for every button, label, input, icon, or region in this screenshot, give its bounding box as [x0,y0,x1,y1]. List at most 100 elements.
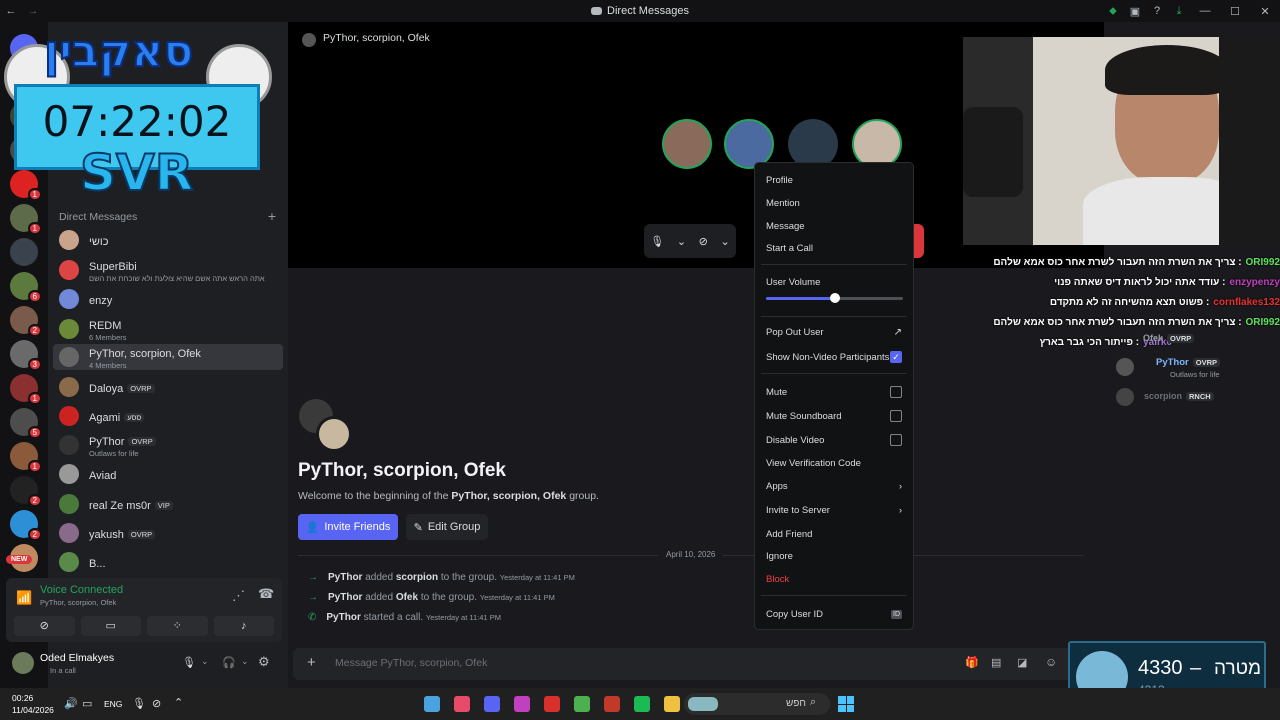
chevron-down-icon[interactable]: ⌄ [677,235,686,248]
menu-add-friend[interactable]: Add Friend [766,529,902,540]
nitro-icon[interactable]: ⬥ [1102,0,1124,22]
microphone-icon[interactable]: 🎙 [650,235,664,248]
sticker-icon[interactable]: ◪ [1017,656,1027,669]
taskbar-search[interactable]: חפש ⌕ [684,693,830,715]
message-actor[interactable]: PyThor [326,612,360,623]
server-icon[interactable]: 6 [10,272,42,303]
volume-icon[interactable]: 🔊 [64,697,78,710]
checkbox-checked-icon[interactable]: ✓ [890,351,902,363]
inbox-icon[interactable]: ▣ [1124,0,1146,22]
microphone-icon[interactable]: 🎙 [182,656,196,669]
dm-item[interactable]: PyThor, scorpion, Ofek 4 Members [53,344,283,370]
message-actor[interactable]: PyThor [328,592,362,603]
checkbox-icon[interactable] [890,386,902,398]
message-composer[interactable]: + Message PyThor, scorpion, Ofek 🎁 ▤ ◪ ☺ [293,648,1099,680]
menu-invite-to-server[interactable]: Invite to Server › [766,505,902,516]
user-volume-knob[interactable] [829,293,840,303]
chevron-down-icon[interactable]: ⌄ [720,235,729,248]
server-icon[interactable]: 1 [10,204,42,235]
dm-item[interactable]: Agami ססע [53,403,283,429]
maximize-button[interactable]: ☐ [1220,0,1250,22]
dm-item[interactable]: REDM 6 Members [53,316,283,342]
emoji-icon[interactable]: ☺ [1045,655,1057,669]
folder-icon[interactable] [664,696,680,712]
dm-item[interactable]: real Ze ms0r VIP [53,491,283,517]
headphones-icon[interactable]: 🎧 [222,656,236,669]
magnet-icon[interactable] [544,696,560,712]
chevron-down-icon[interactable]: ⌄ [241,656,249,667]
tray-chevron-icon[interactable]: ⌃ [174,696,183,709]
server-icon[interactable]: 1 [10,374,42,405]
minimize-button[interactable]: — [1190,0,1220,22]
menu-block[interactable]: Block [766,574,902,585]
dm-item[interactable]: Aviad [53,461,283,487]
help-icon[interactable]: ? [1146,0,1168,22]
chrome-icon[interactable] [574,696,590,712]
menu-disable-video[interactable]: Disable Video [766,434,902,446]
plus-icon[interactable]: + [307,654,316,671]
spotify-icon[interactable] [634,696,650,712]
menu-apps[interactable]: Apps › [766,481,902,492]
server-icon[interactable]: 2 [10,510,42,541]
taskbar-date[interactable]: 11/04/2026 [12,705,54,715]
record-icon[interactable] [604,696,620,712]
obs-icon[interactable] [514,696,530,712]
gift-icon[interactable]: 🎁 [965,656,979,669]
menu-show-non-video[interactable]: Show Non-Video Participants ✓ [766,351,902,363]
server-icon[interactable]: 5 [10,408,42,439]
message-target[interactable]: Ofek [396,592,418,603]
close-button[interactable]: ✕ [1250,0,1280,22]
chevron-down-icon[interactable]: ⌄ [201,656,209,667]
dm-item[interactable]: Daloya OVRP [53,374,283,400]
mic-icon[interactable]: 🎙 [132,697,146,710]
dm-item[interactable]: כושי [53,227,283,253]
menu-message[interactable]: Message [766,221,902,232]
menu-mention[interactable]: Mention [766,198,902,209]
discord-icon[interactable] [484,696,500,712]
snipping-icon[interactable] [454,696,470,712]
server-icon[interactable]: 1 [10,442,42,473]
user-name[interactable]: Oded Elmakyes [40,652,114,664]
dm-item[interactable]: PyThor OVRP Outlaws for life [53,432,283,458]
screenshare-button[interactable]: ▭ [80,616,141,636]
server-icon[interactable]: 2 [10,306,42,337]
noise-suppression-icon[interactable]: ⋰ [232,588,245,604]
dm-item[interactable]: enzy [53,286,283,312]
menu-profile[interactable]: Profile [766,175,902,186]
activities-button[interactable]: ⁘ [147,616,208,636]
camera-off-icon[interactable]: ⊘ [152,697,161,710]
edit-group-button[interactable]: ✎ Edit Group [406,514,488,540]
taskbar-time[interactable]: 00:26 [12,693,33,703]
call-participant-avatar[interactable] [662,119,712,169]
menu-mute-soundboard[interactable]: Mute Soundboard [766,410,902,422]
server-icon[interactable]: 2 [10,476,42,507]
checkbox-icon[interactable] [890,434,902,446]
gif-icon[interactable]: ▤ [991,656,1001,669]
checkbox-icon[interactable] [890,410,902,422]
camera-off-icon[interactable]: ⊘ [699,235,708,248]
settings-gear-icon[interactable]: ⚙ [258,654,270,670]
taskbar-lang[interactable]: ENG [104,699,122,709]
avatar[interactable] [12,652,34,674]
server-icon[interactable]: 3 [10,340,42,371]
voice-status[interactable]: Voice Connected [40,584,123,596]
create-dm-icon[interactable]: + [268,208,276,224]
server-icon[interactable] [10,238,38,266]
soundboard-button[interactable]: ♪ [213,616,274,636]
message-actor[interactable]: PyThor [328,572,362,583]
dm-item[interactable]: yakush OVRP [53,520,283,546]
menu-copy-user-id[interactable]: Copy User ID ID [766,609,902,620]
voice-channel[interactable]: PyThor, scorpion, Ofek [40,598,116,607]
message-target[interactable]: scorpion [396,572,438,583]
start-button[interactable] [838,696,854,712]
camera-button[interactable]: ⊘ [14,616,75,636]
server-icon[interactable]: 1 [10,170,42,201]
dm-item[interactable]: B... [53,549,283,575]
menu-start-call[interactable]: Start a Call [766,243,902,254]
network-icon[interactable]: ▭ [82,697,92,710]
user-volume-slider[interactable] [766,293,903,303]
calculator-icon[interactable] [424,696,440,712]
disconnect-icon[interactable]: ☎ [258,586,274,602]
menu-ignore[interactable]: Ignore [766,551,902,562]
menu-mute[interactable]: Mute [766,386,902,398]
